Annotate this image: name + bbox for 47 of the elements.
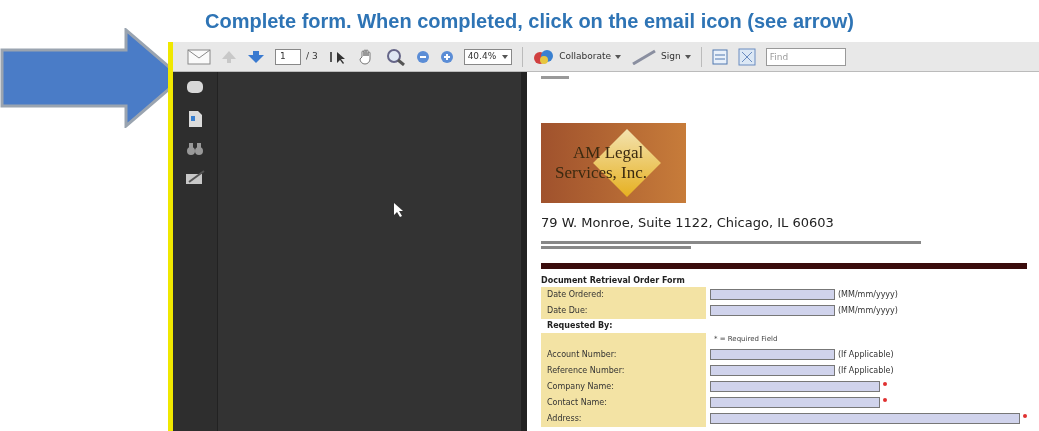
input-field[interactable] [710,413,1020,424]
binoculars-icon[interactable] [185,142,204,156]
magnifier-icon[interactable] [385,47,406,66]
field-hint: (MM/mm/yyyy) [838,304,898,317]
pen-signature-icon[interactable] [184,170,205,186]
input-field[interactable] [710,289,835,300]
form-icon[interactable] [711,48,728,65]
section-heading: Requested By: [546,319,613,332]
page-total: / 3 [306,49,318,63]
caret-icon [502,54,509,59]
email-icon[interactable] [187,48,211,65]
page-icon[interactable] [186,110,203,128]
collaborate-button[interactable]: Collaborate [533,48,622,65]
find-field[interactable]: Find [765,47,846,66]
page-number-field[interactable]: 1 [275,48,301,65]
sign-button[interactable]: Sign [631,48,691,65]
input-field[interactable] [710,365,835,376]
fullscreen-icon[interactable] [737,47,756,66]
people-icon [533,48,556,65]
field-label: Date Due: [547,304,588,317]
down-arrow-icon[interactable] [247,49,265,64]
zoom-out-icon[interactable] [415,49,430,64]
caret-icon [684,54,691,59]
caret-icon [615,54,622,59]
field-label: Account Number: [547,348,617,361]
zoom-dropdown[interactable]: 40.4% [463,48,513,65]
input-field[interactable] [710,349,835,360]
field-label: Reference Number: [547,364,625,377]
field-label: Address: [547,412,582,425]
address-text: 79 W. Monroe, Suite 1122, Chicago, IL 60603 [541,214,835,232]
field-hint: (MM/mm/yyyy) [838,288,898,301]
pen-icon [631,48,658,65]
text-line-drawing [541,76,569,79]
input-field[interactable] [710,397,880,408]
zoom-in-icon[interactable] [439,49,454,64]
input-field[interactable] [710,381,880,392]
speech-bubble-icon[interactable] [185,80,204,96]
input-field[interactable] [710,305,835,316]
form-title: Document Retrieval Order Form [541,274,686,287]
field-label: Company Name: [547,380,614,393]
mouse-pointer-icon [392,202,405,218]
logo-text: AM Legal [572,143,645,163]
field-label: Date Ordered: [547,288,604,301]
field-hint: (If Applicable) [838,364,894,377]
field-label: Contact Name: [547,396,607,409]
instruction-caption: Complete form. When completed, click on the email icon (see arrow) [205,9,855,34]
field-hint: (If Applicable) [838,348,894,361]
